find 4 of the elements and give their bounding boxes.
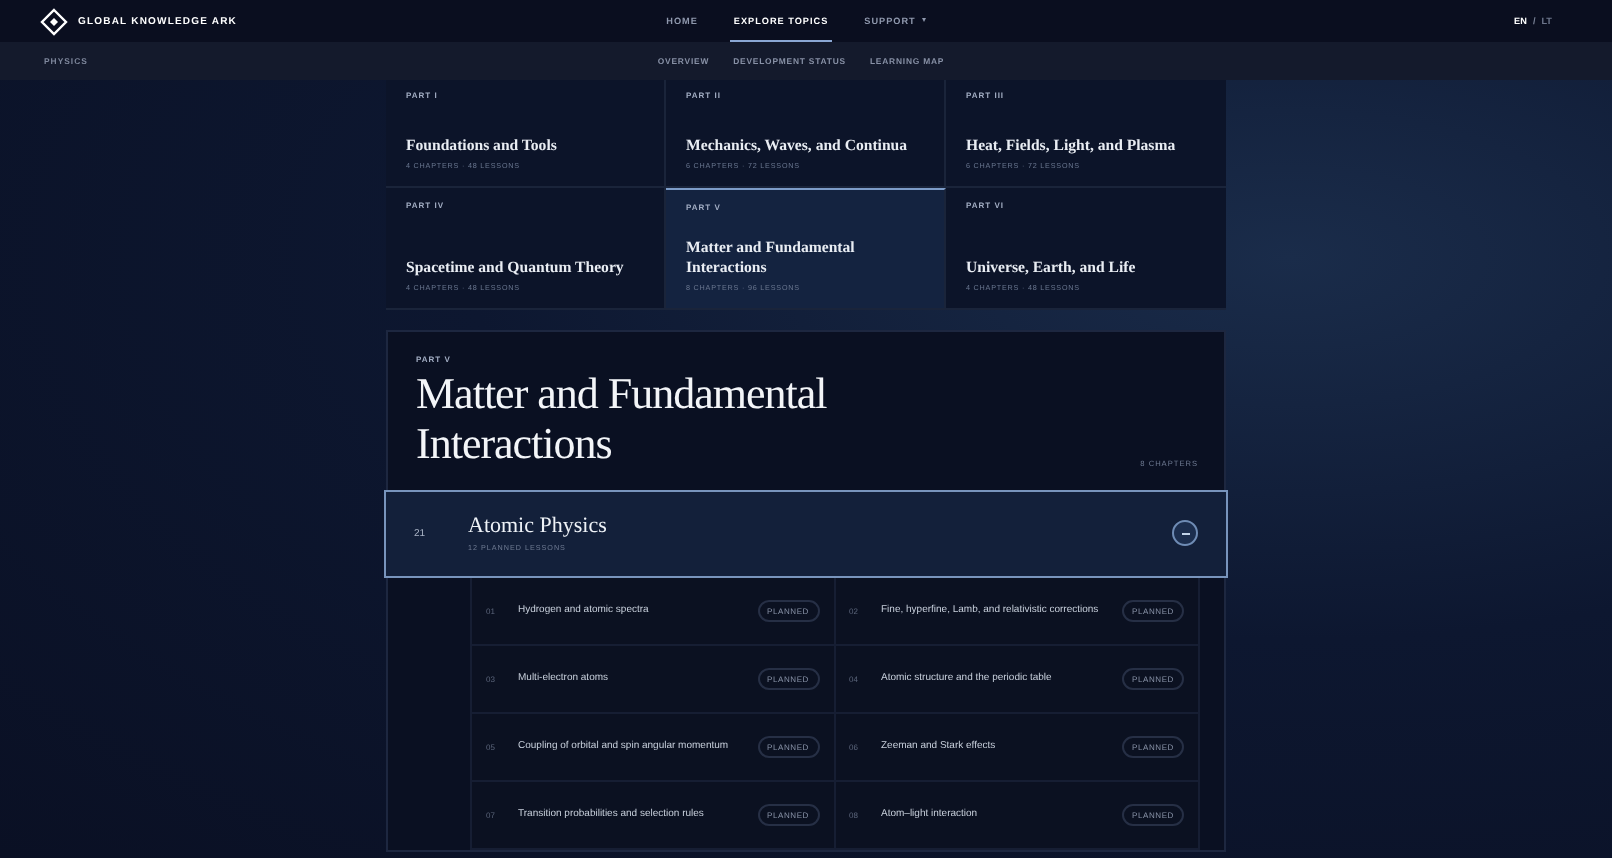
diamond-logo-icon (40, 7, 68, 35)
part-title: Matter and Fundamental Interactions (416, 368, 829, 470)
collapse-button[interactable] (1172, 520, 1198, 547)
chapter-title: Atomic Physics (468, 514, 609, 539)
